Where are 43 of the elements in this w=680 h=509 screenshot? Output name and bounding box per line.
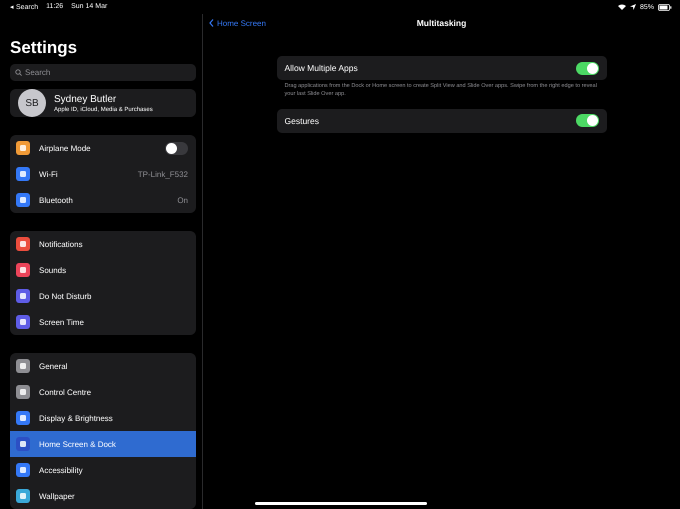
item-label: Display & Brightness	[39, 414, 114, 422]
sidebar-item[interactable]: Notifications	[10, 231, 196, 257]
avatar-initials: SB	[18, 89, 46, 117]
back-button[interactable]: Home Screen	[209, 18, 266, 28]
item-value: TP-Link_F532	[138, 170, 188, 178]
setting-label: Allow Multiple Apps	[284, 63, 358, 73]
sidebar-item[interactable]: Home Screen & Dock	[10, 431, 196, 457]
sidebar-item[interactable]: Airplane Mode	[10, 135, 196, 161]
item-label: Bluetooth	[39, 196, 74, 204]
item-label: Screen Time	[39, 318, 85, 326]
sidebar-item[interactable]: Sounds	[10, 257, 196, 283]
item-label: Notifications	[39, 240, 84, 248]
sidebar-item[interactable]: Do Not Disturb	[10, 283, 196, 309]
sidebar-item[interactable]: Display & Brightness	[10, 405, 196, 431]
item-label: Home Screen & Dock	[39, 440, 117, 448]
item-label: Wi-Fi	[39, 170, 59, 178]
item-label: Wallpaper	[39, 492, 76, 500]
sidebar-item[interactable]: General	[10, 353, 196, 379]
item-value: On	[177, 196, 188, 204]
search-field[interactable]: Search	[10, 64, 196, 81]
sidebar-item[interactable]: Wallpaper	[10, 483, 196, 509]
item-label: Airplane Mode	[39, 144, 92, 152]
item-label: General	[39, 362, 68, 370]
item-label: Control Centre	[39, 388, 92, 396]
sidebar-item[interactable]: Bluetooth On	[10, 187, 196, 213]
setting-label: Gestures	[284, 116, 319, 126]
wifi-icon	[618, 4, 626, 10]
battery-icon	[658, 4, 672, 10]
sidebar-item[interactable]: Wi-Fi TP-Link_F532	[10, 161, 196, 187]
location-arrow-icon	[630, 4, 636, 10]
toggle-switch[interactable]	[576, 114, 598, 128]
item-label: Do Not Disturb	[39, 292, 92, 300]
sidebar-item[interactable]: Screen Time	[10, 309, 196, 335]
sidebar-item[interactable]: Control Centre	[10, 379, 196, 405]
sidebar-item[interactable]: Accessibility	[10, 457, 196, 483]
toggle-switch[interactable]	[576, 62, 598, 74]
page-title: Multitasking	[416, 18, 466, 28]
toggle-switch[interactable]	[165, 142, 188, 154]
settings-title: Settings	[10, 38, 78, 58]
item-label: Sounds	[39, 266, 68, 274]
item-label: Accessibility	[39, 466, 84, 474]
chevron-left-icon	[209, 19, 214, 27]
profile-name: Sydney Butler	[54, 94, 118, 104]
